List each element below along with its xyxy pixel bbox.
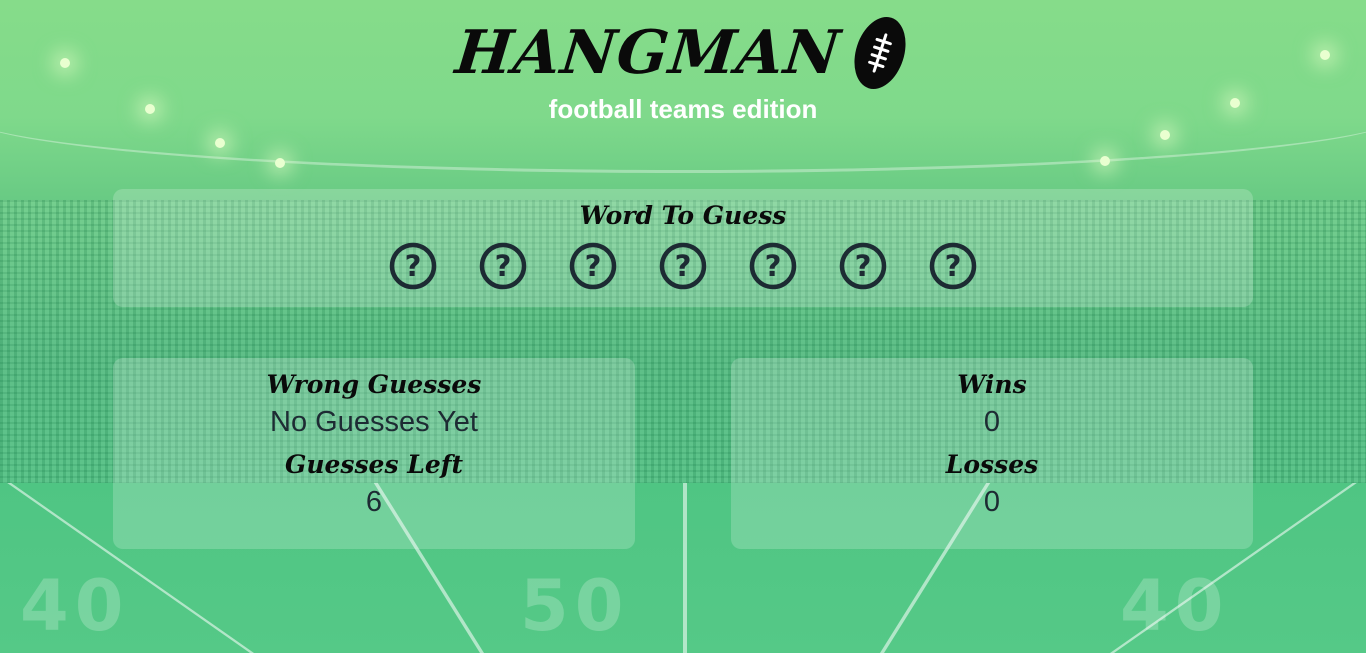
field-yardline [683,483,687,653]
letter-slot-glyph: ? [675,249,692,283]
wins-value: 0 [983,406,1001,438]
question-circle-icon: ? [749,242,797,290]
guesses-left-heading: Guesses Left [284,450,464,479]
letter-slot-glyph: ? [945,249,962,283]
title-row: HANGMAN [452,14,910,92]
yard-number: 40 [20,565,130,647]
letter-slots: ??????? [113,242,1253,290]
stadium-light [215,138,225,148]
letter-slot-glyph: ? [855,249,872,283]
question-circle-icon: ? [659,242,707,290]
stadium-light [275,158,285,168]
wrong-guesses-value: No Guesses Yet [270,406,478,438]
game-title: HANGMAN [452,18,844,88]
score-panel: Wins 0 Losses 0 [731,358,1253,549]
game-container: HANGMAN football teams edition Word To G… [0,0,1366,549]
stadium-light [1100,156,1110,166]
word-to-guess-panel: Word To Guess ??????? [113,189,1253,307]
question-circle-icon: ? [929,242,977,290]
losses-value: 0 [983,486,1001,518]
letter-slot-glyph: ? [495,249,512,283]
wrong-guesses-heading: Wrong Guesses [266,370,482,399]
wins-heading: Wins [957,370,1027,399]
word-to-guess-heading: Word To Guess [579,201,787,230]
football-icon [854,17,906,89]
question-circle-icon: ? [839,242,887,290]
guesses-panel: Wrong Guesses No Guesses Yet Guesses Lef… [113,358,635,549]
letter-slot-glyph: ? [765,249,782,283]
letter-slot-glyph: ? [585,249,602,283]
yard-number: 50 [520,565,630,647]
letter-slot-glyph: ? [405,249,422,283]
yard-number: 40 [1120,565,1230,647]
guesses-left-value: 6 [365,486,383,518]
stadium-light [1160,130,1170,140]
game-subtitle: football teams edition [548,94,818,124]
question-circle-icon: ? [479,242,527,290]
question-circle-icon: ? [389,242,437,290]
losses-heading: Losses [945,450,1039,479]
question-circle-icon: ? [569,242,617,290]
game-header: HANGMAN football teams edition [0,0,1366,125]
